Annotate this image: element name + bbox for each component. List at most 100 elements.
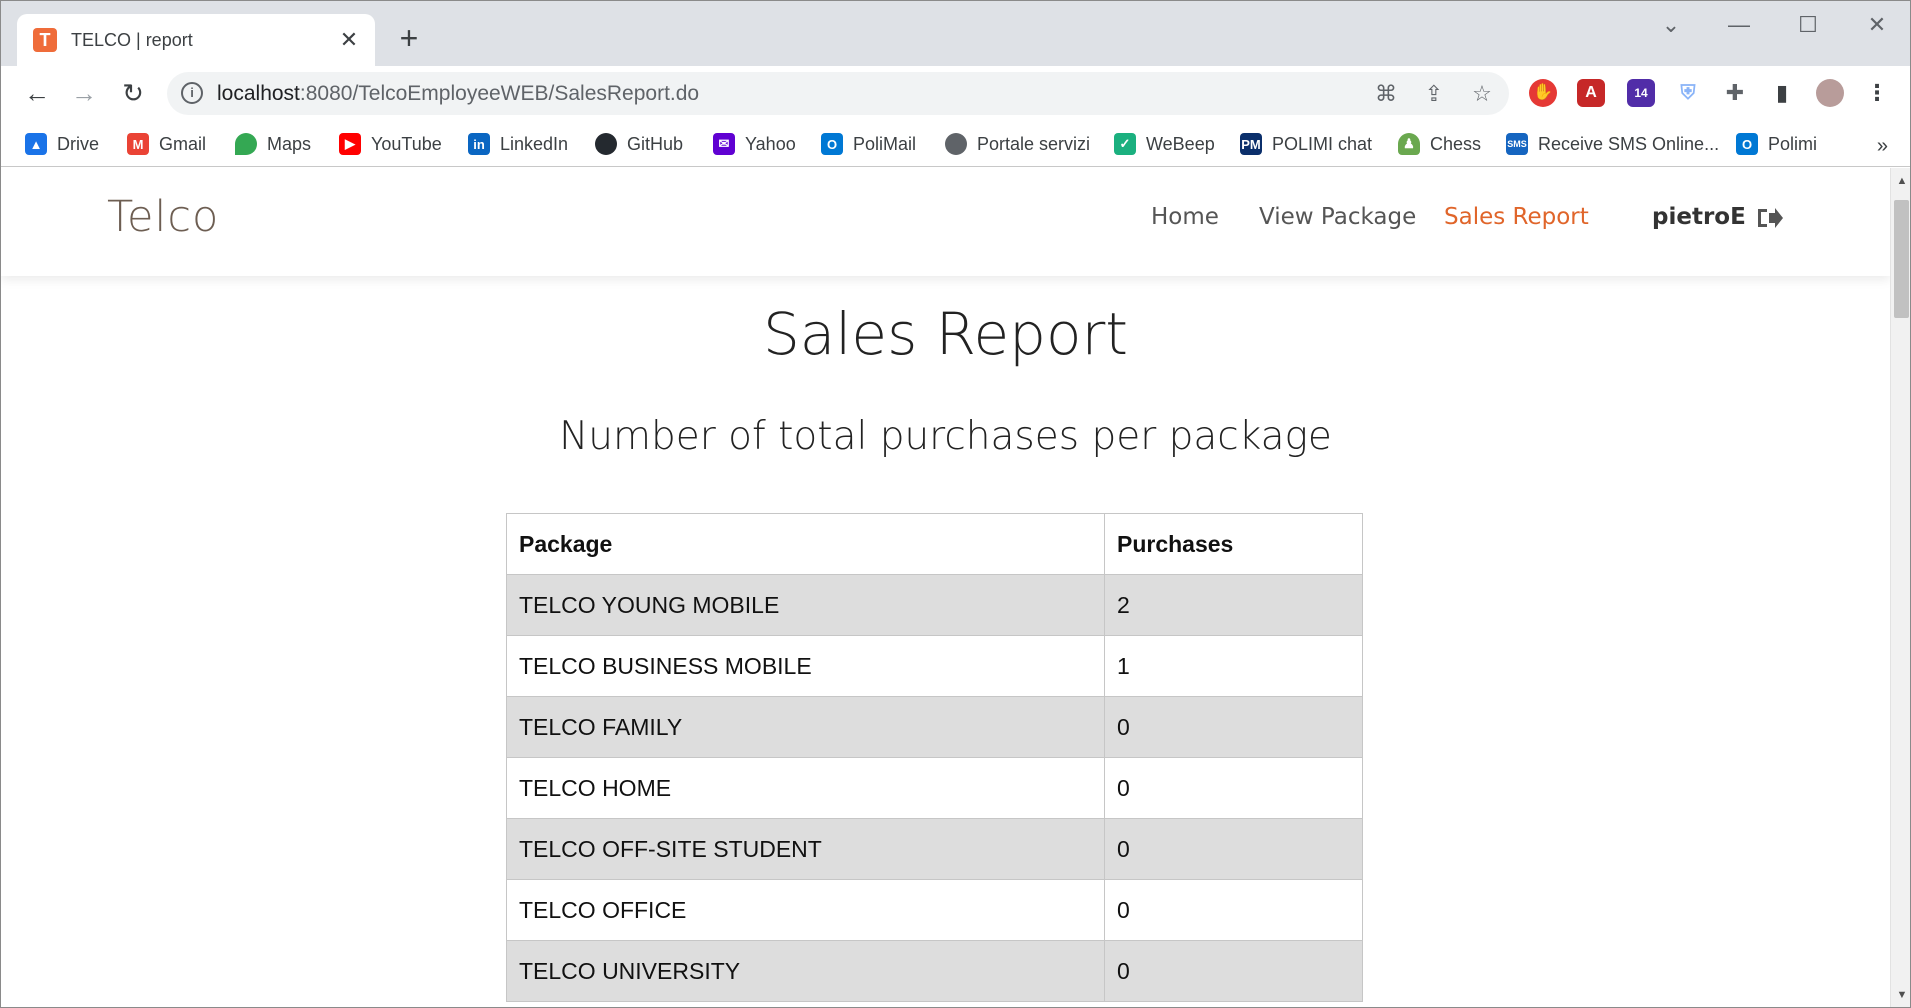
bookmark-portale-servizi[interactable]: Portale servizi <box>945 129 1090 159</box>
nav-link-sales-report[interactable]: Sales Report <box>1444 204 1589 230</box>
bookmarks-overflow-button[interactable]: » <box>1877 135 1888 158</box>
purchases-cell: 2 <box>1104 574 1363 636</box>
pawn-icon: ♟ <box>1398 133 1420 155</box>
pm-icon: PM <box>1240 133 1262 155</box>
youtube-icon: ▶ <box>339 133 361 155</box>
menu-kebab-icon[interactable]: ⋮ <box>1863 79 1891 107</box>
column-header-purchases: Purchases <box>1104 513 1363 575</box>
bookmark-label: WeBeep <box>1146 133 1215 154</box>
back-button[interactable]: ← <box>19 76 55 112</box>
package-cell: TELCO HOME <box>506 757 1105 819</box>
bookmark-youtube[interactable]: ▶ YouTube <box>339 129 442 159</box>
logout-icon[interactable] <box>1755 206 1783 230</box>
bookmark-webeep[interactable]: ✓ WeBeep <box>1114 129 1215 159</box>
table-header-row: Package Purchases <box>506 513 1363 575</box>
bookmark-chess[interactable]: ♟ Chess <box>1398 129 1481 159</box>
bookmark-label: GitHub <box>627 133 684 154</box>
scroll-up-arrow-icon[interactable]: ▲ <box>1895 174 1909 188</box>
site-navbar: Telco Home View Package Sales Report pie… <box>1 168 1890 276</box>
bookmarks-bar: ▲ Drive M Gmail Maps ▶ YouTube in LinkedIn G… <box>1 121 1910 167</box>
address-bar[interactable]: i localhost:8080/TelcoEmployeeWEB/SalesR… <box>167 72 1509 115</box>
tab-search-icon[interactable]: ⌄ <box>1651 9 1691 41</box>
tab-close-icon[interactable]: ✕ <box>335 26 363 54</box>
sales-report-table: Package Purchases TELCO YOUNG MOBILE 2 T… <box>506 513 1363 1002</box>
bookmark-label: POLIMI chat <box>1272 133 1373 154</box>
table-row: TELCO YOUNG MOBILE 2 <box>506 574 1363 636</box>
check-icon: ✓ <box>1114 133 1136 155</box>
bookmark-maps[interactable]: Maps <box>235 129 311 159</box>
page-scrollbar[interactable]: ▲ ▼ <box>1890 168 1910 1007</box>
new-tab-button[interactable]: + <box>393 22 425 55</box>
bookmark-label: YouTube <box>371 133 442 154</box>
outlook-icon: O <box>1736 133 1758 155</box>
extensions-puzzle-icon[interactable]: ✚ <box>1721 79 1749 107</box>
bookmark-label: Yahoo <box>745 133 796 154</box>
shield-icon[interactable]: ⛨ <box>1674 79 1702 107</box>
site-brand[interactable]: Telco <box>107 192 219 242</box>
telco-favicon-icon: T <box>33 28 57 52</box>
nav-link-home[interactable]: Home <box>1151 204 1219 230</box>
bookmark-label: PoliMail <box>853 133 917 154</box>
bookmark-gmail[interactable]: M Gmail <box>127 129 206 159</box>
nav-link-view-package[interactable]: View Package <box>1259 204 1416 230</box>
purchases-cell: 0 <box>1104 757 1363 819</box>
table-row: TELCO FAMILY 0 <box>506 696 1363 758</box>
package-cell: TELCO OFFICE <box>506 879 1105 941</box>
bookmark-github[interactable]: GitHub <box>595 129 683 159</box>
bookmark-star-icon[interactable]: ☆ <box>1468 80 1496 108</box>
scroll-down-arrow-icon[interactable]: ▼ <box>1895 988 1909 1002</box>
side-panel-icon[interactable]: ▮ <box>1768 79 1796 107</box>
github-icon <box>595 133 617 155</box>
maximize-button[interactable]: ☐ <box>1788 9 1828 41</box>
package-cell: TELCO YOUNG MOBILE <box>506 574 1105 636</box>
bookmark-polimail[interactable]: O PoliMail <box>821 129 916 159</box>
purchases-cell: 0 <box>1104 818 1363 880</box>
share-icon[interactable]: ⇪ <box>1420 80 1448 108</box>
table-row: TELCO OFFICE 0 <box>506 879 1363 941</box>
tab-strip: T TELCO | report ✕ + ⌄ — ☐ ✕ <box>1 1 1910 66</box>
table-row: TELCO BUSINESS MOBILE 1 <box>506 635 1363 697</box>
globe-icon <box>945 133 967 155</box>
outlook-icon: O <box>821 133 843 155</box>
purchases-cell: 1 <box>1104 635 1363 697</box>
close-window-button[interactable]: ✕ <box>1857 9 1897 41</box>
bookmark-linkedin[interactable]: in LinkedIn <box>468 129 568 159</box>
translate-icon[interactable]: ⌘ <box>1372 80 1400 108</box>
drive-icon: ▲ <box>25 133 47 155</box>
bookmark-label: Portale servizi <box>977 133 1091 154</box>
reload-button[interactable]: ↻ <box>115 76 151 112</box>
section-subtitle: Number of total purchases per package <box>559 414 1332 459</box>
bookmark-polimi-chat[interactable]: PM POLIMI chat <box>1240 129 1372 159</box>
package-cell: TELCO FAMILY <box>506 696 1105 758</box>
gmail-icon: M <box>127 133 149 155</box>
purchases-cell: 0 <box>1104 879 1363 941</box>
forward-button[interactable]: → <box>66 76 102 112</box>
table-row: TELCO OFF-SITE STUDENT 0 <box>506 818 1363 880</box>
bookmark-label: Gmail <box>159 133 207 154</box>
pdf-icon[interactable]: A <box>1577 79 1605 107</box>
adblock-icon[interactable]: ✋ <box>1529 79 1557 107</box>
bookmark-polimi[interactable]: O Polimi <box>1736 129 1817 159</box>
site-info-icon[interactable]: i <box>181 82 203 104</box>
browser-window: T TELCO | report ✕ + ⌄ — ☐ ✕ ← → ↻ i loc… <box>0 0 1911 1008</box>
active-tab[interactable]: T TELCO | report ✕ <box>17 14 375 66</box>
minimize-button[interactable]: — <box>1719 9 1759 41</box>
tab-title: TELCO | report <box>71 29 193 50</box>
extension-badge-count: 14 <box>1634 86 1648 100</box>
bookmark-label: LinkedIn <box>500 133 569 154</box>
column-header-package: Package <box>506 513 1105 575</box>
package-cell: TELCO OFF-SITE STUDENT <box>506 818 1105 880</box>
bookmark-receive-sms[interactable]: SMS Receive SMS Online... <box>1506 129 1719 159</box>
sms-icon: SMS <box>1506 133 1528 155</box>
web-page: Telco Home View Package Sales Report pie… <box>1 168 1890 1007</box>
yahoo-icon: ✉ <box>713 133 735 155</box>
url-host: localhost <box>217 82 300 105</box>
url-text[interactable]: localhost:8080/TelcoEmployeeWEB/SalesRep… <box>217 82 699 106</box>
bookmark-yahoo[interactable]: ✉ Yahoo <box>713 129 796 159</box>
bookmark-label: Maps <box>267 133 312 154</box>
extension-badge-icon[interactable]: 14 <box>1627 79 1655 107</box>
scrollbar-thumb[interactable] <box>1894 200 1909 318</box>
bookmark-drive[interactable]: ▲ Drive <box>25 129 99 159</box>
profile-avatar[interactable] <box>1816 79 1844 107</box>
table-row: TELCO HOME 0 <box>506 757 1363 819</box>
